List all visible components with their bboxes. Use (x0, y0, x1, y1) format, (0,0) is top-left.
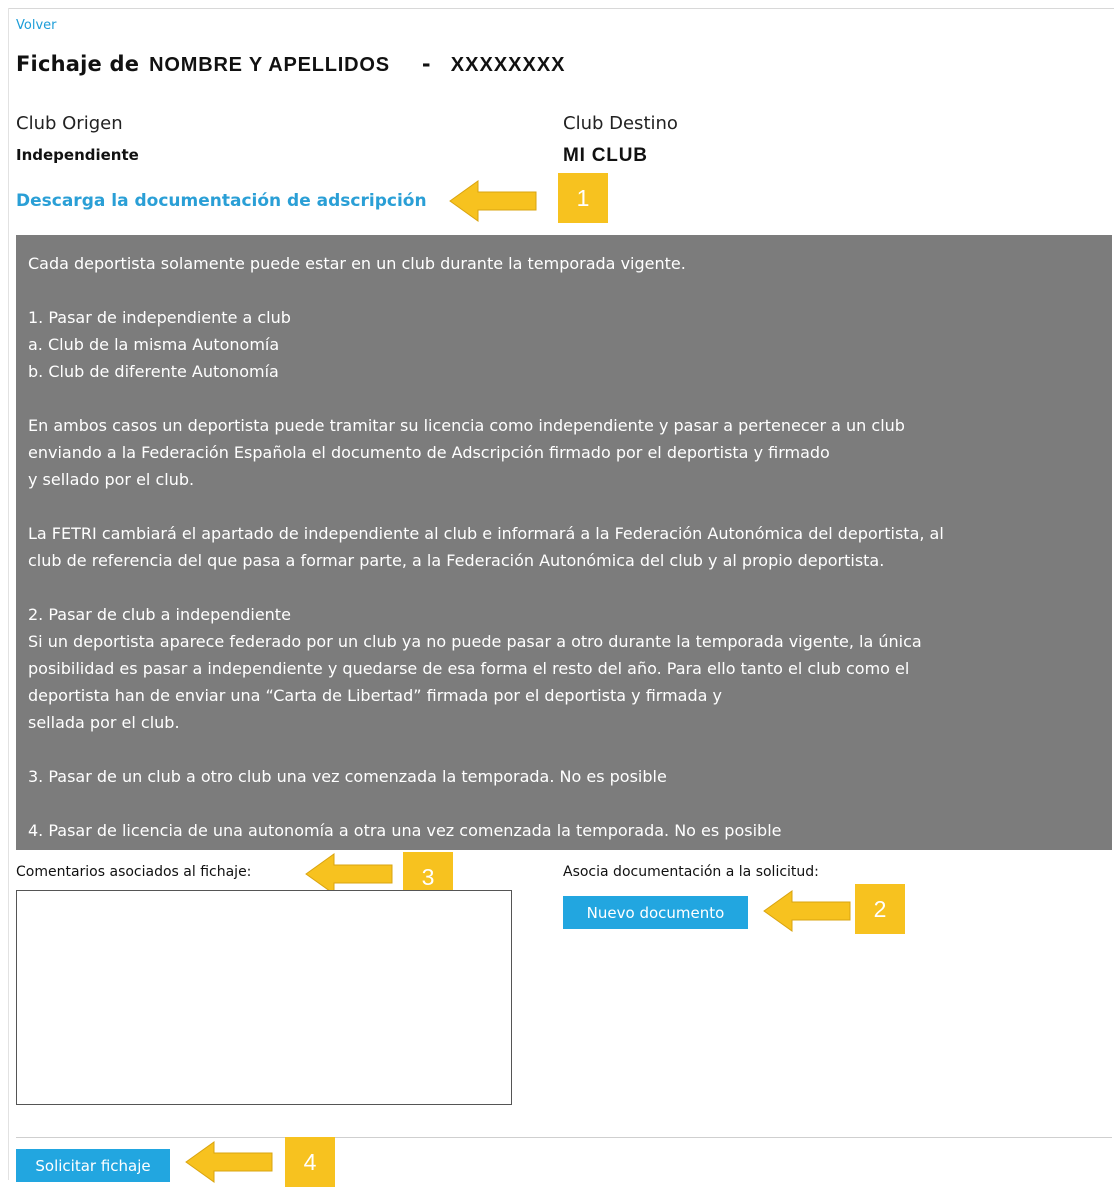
destination-club-label: Club Destino (563, 113, 678, 134)
info-intro: Cada deportista solamente puede estar en… (28, 254, 686, 273)
info-section-2-line: posibilidad es pasar a independiente y q… (28, 659, 910, 678)
rules-info-panel: Cada deportista solamente puede estar en… (16, 235, 1112, 850)
back-link[interactable]: Volver (16, 18, 57, 33)
info-section-2: 2. Pasar de club a independiente Si un d… (28, 601, 1100, 736)
info-section-3: 3. Pasar de un club a otro club una vez … (28, 767, 667, 786)
annotation-arrow-icon (449, 180, 537, 222)
footer-divider (16, 1137, 1112, 1138)
athlete-name: NOMBRE Y APELLIDOS (149, 54, 390, 76)
info-section-1: 1. Pasar de independiente a club a. Club… (28, 304, 1100, 385)
title-separator: - (421, 52, 431, 76)
info-section-2-line: Si un deportista aparece federado por un… (28, 632, 922, 651)
page-title: Fichaje de NOMBRE Y APELLIDOS - XXXXXXXX (16, 52, 566, 77)
info-section-1-a: a. Club de la misma Autonomía (28, 335, 280, 354)
download-documentation-link[interactable]: Descarga la documentación de adscripción (16, 191, 427, 211)
info-paragraph-2-line: club de referencia del que pasa a formar… (28, 551, 885, 570)
annotation-badge-1: 1 (558, 173, 608, 223)
athlete-id: XXXXXXXX (450, 54, 566, 76)
origin-club-value: Independiente (16, 146, 139, 164)
info-section-2-title: 2. Pasar de club a independiente (28, 605, 291, 624)
comments-label: Comentarios asociados al fichaje: (16, 864, 252, 880)
annotation-arrow-icon (185, 1141, 273, 1183)
frame-left-border (8, 8, 9, 1180)
new-document-button[interactable]: Nuevo documento (563, 896, 748, 929)
request-transfer-button[interactable]: Solicitar fichaje (16, 1149, 170, 1182)
associate-documents-label: Asocia documentación a la solicitud: (563, 864, 819, 880)
info-section-1-title: 1. Pasar de independiente a club (28, 308, 291, 327)
title-prefix: Fichaje de (16, 52, 140, 76)
info-paragraph-1: En ambos casos un deportista puede trami… (28, 412, 1100, 493)
comments-textarea[interactable] (16, 890, 512, 1105)
destination-club-value: MI CLUB (563, 145, 648, 166)
info-section-1-b: b. Club de diferente Autonomía (28, 362, 279, 381)
info-paragraph-2: La FETRI cambiará el apartado de indepen… (28, 520, 1100, 574)
info-section-4: 4. Pasar de licencia de una autonomía a … (28, 821, 782, 840)
info-section-2-line: sellada por el club. (28, 713, 180, 732)
annotation-arrow-icon (763, 890, 851, 932)
info-section-2-line: deportista han de enviar una “Carta de L… (28, 686, 722, 705)
info-paragraph-1-line: enviando a la Federación Española el doc… (28, 443, 830, 462)
frame-top-border (8, 8, 1114, 9)
info-paragraph-1-line: En ambos casos un deportista puede trami… (28, 416, 905, 435)
annotation-badge-2: 2 (855, 884, 905, 934)
info-paragraph-2-line: La FETRI cambiará el apartado de indepen… (28, 524, 944, 543)
origin-club-label: Club Origen (16, 113, 123, 134)
info-paragraph-1-line: y sellado por el club. (28, 470, 195, 489)
